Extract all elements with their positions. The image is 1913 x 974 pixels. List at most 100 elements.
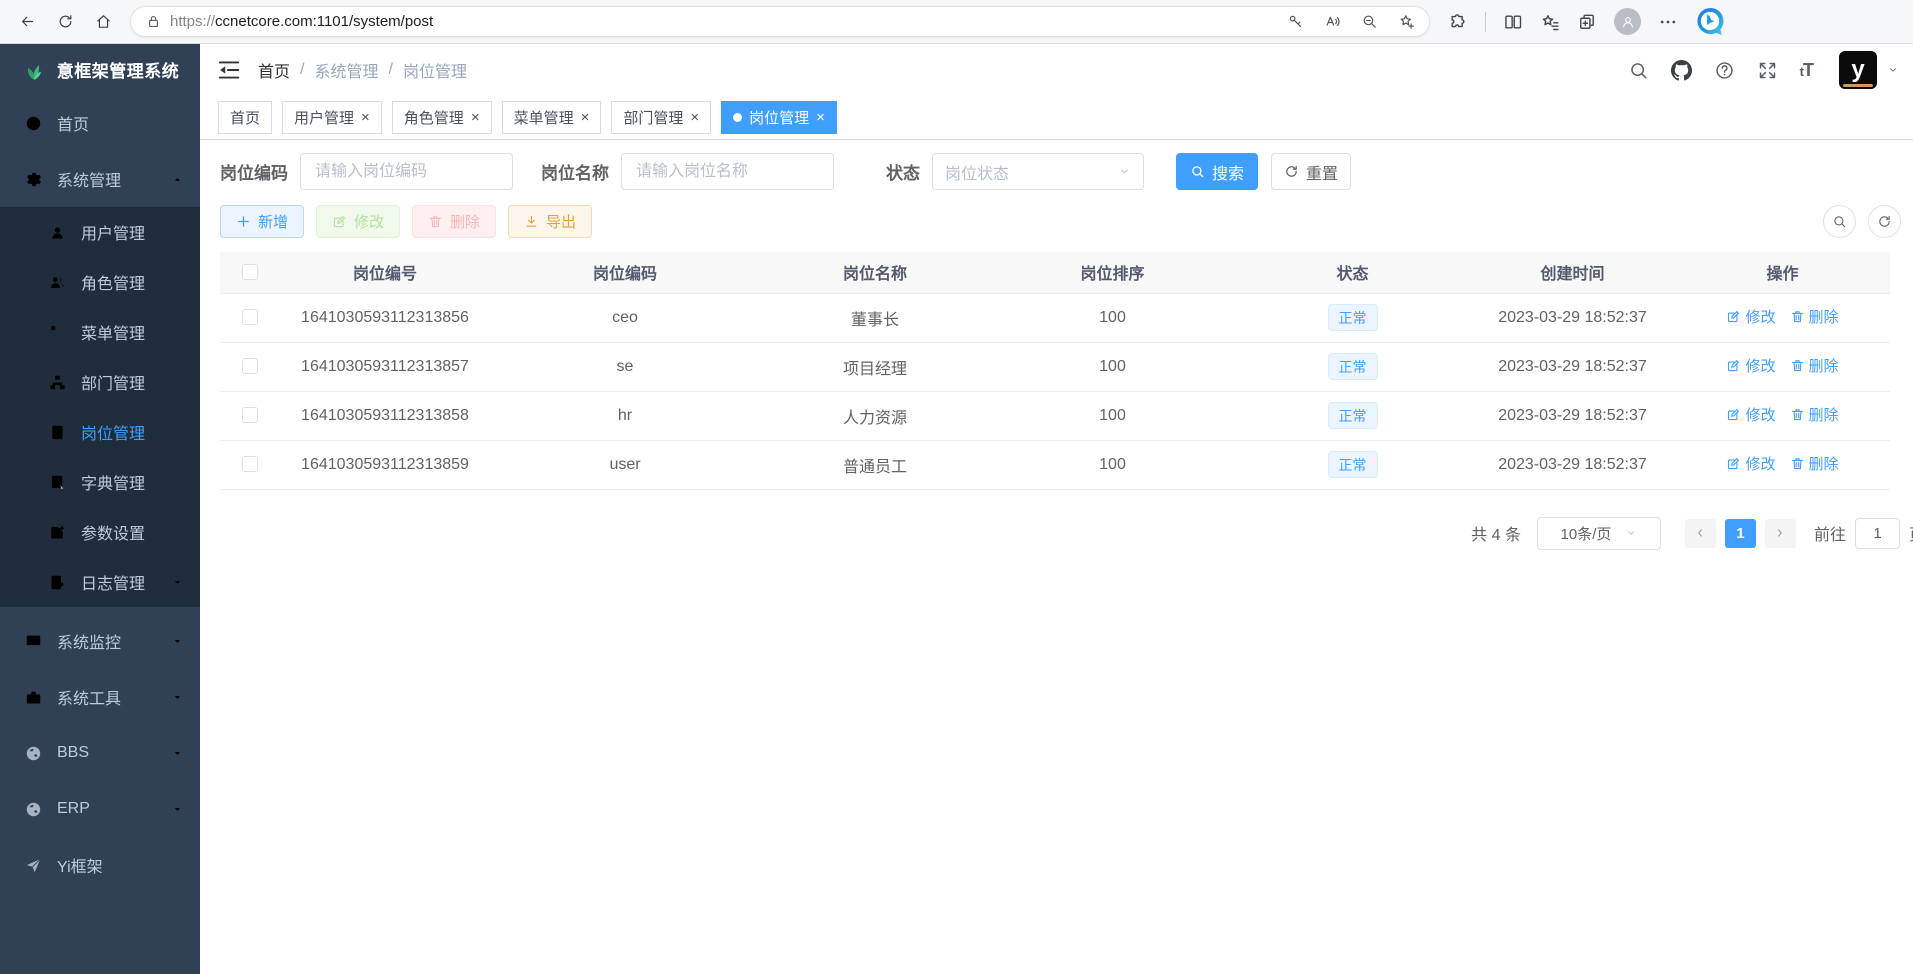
- sidebar-item-dept-mgmt[interactable]: 部门管理: [0, 357, 200, 407]
- header-search-icon[interactable]: [1628, 60, 1649, 81]
- row-checkbox[interactable]: [242, 358, 258, 374]
- add-favorite-icon[interactable]: [1398, 13, 1415, 30]
- row-checkbox[interactable]: [242, 407, 258, 423]
- tab-menu-mgmt[interactable]: 菜单管理 ×: [502, 101, 602, 134]
- read-aloud-icon[interactable]: [1324, 13, 1341, 30]
- row-delete-link[interactable]: 删除: [1790, 404, 1839, 425]
- search-icon: [1832, 214, 1847, 229]
- tab-post-mgmt[interactable]: 岗位管理 ×: [721, 101, 837, 134]
- close-icon[interactable]: ×: [471, 110, 480, 125]
- url-scheme: https://: [170, 13, 215, 30]
- close-icon[interactable]: ×: [690, 110, 699, 125]
- tab-role-mgmt[interactable]: 角色管理 ×: [392, 101, 492, 134]
- sidebar-item-menu-mgmt[interactable]: 菜单管理: [0, 307, 200, 357]
- sidebar-item-role-mgmt[interactable]: 角色管理: [0, 257, 200, 307]
- system-mgmt-submenu: 用户管理 角色管理 菜单管理 部门管理 岗位管理: [0, 207, 200, 607]
- close-icon[interactable]: ×: [816, 110, 825, 125]
- chevron-down-icon: [1118, 165, 1131, 178]
- refresh-table-button[interactable]: [1868, 205, 1901, 238]
- tab-home[interactable]: 首页: [218, 101, 272, 134]
- sidebar-item-system-monitor[interactable]: 系统监控: [0, 613, 200, 669]
- sidebar-item-dict-mgmt[interactable]: 字典管理: [0, 457, 200, 507]
- sidebar-item-erp[interactable]: ERP: [0, 781, 200, 837]
- row-edit-link[interactable]: 修改: [1726, 306, 1775, 327]
- sidebar-item-post-mgmt[interactable]: 岗位管理: [0, 407, 200, 457]
- browser-more-icon[interactable]: [1658, 12, 1678, 32]
- page-size-select[interactable]: 10条/页: [1537, 517, 1661, 550]
- cell-post-code: hr: [490, 391, 760, 440]
- next-page-button[interactable]: [1765, 519, 1796, 548]
- toggle-search-button[interactable]: [1823, 205, 1856, 238]
- github-icon[interactable]: [1671, 60, 1692, 81]
- row-delete-link[interactable]: 删除: [1790, 453, 1839, 474]
- goto-page-input[interactable]: [1855, 518, 1900, 549]
- col-status: 状态: [1235, 252, 1470, 293]
- add-button[interactable]: 新增: [220, 205, 304, 238]
- close-icon[interactable]: ×: [361, 110, 370, 125]
- trash-icon: [1790, 309, 1805, 324]
- tab-user-mgmt[interactable]: 用户管理 ×: [282, 101, 382, 134]
- collections-icon[interactable]: [1577, 12, 1597, 32]
- bing-copilot-icon[interactable]: [1695, 6, 1726, 37]
- delete-button[interactable]: 删除: [412, 205, 496, 238]
- search-button[interactable]: 搜索: [1176, 153, 1258, 190]
- dashboard-icon: [24, 114, 43, 133]
- cell-post-sort: 100: [990, 440, 1235, 489]
- export-button[interactable]: 导出: [508, 205, 592, 238]
- status-select[interactable]: 岗位状态: [932, 153, 1144, 190]
- reset-button[interactable]: 重置: [1271, 153, 1351, 190]
- browser-refresh-button[interactable]: [48, 5, 82, 39]
- row-edit-link[interactable]: 修改: [1726, 453, 1775, 474]
- zoom-out-icon[interactable]: [1361, 13, 1378, 30]
- col-post-sort: 岗位排序: [990, 252, 1235, 293]
- user-avatar[interactable]: y: [1839, 51, 1877, 89]
- sidebar-item-log-mgmt[interactable]: 日志管理: [0, 557, 200, 607]
- breadcrumb-home[interactable]: 首页: [258, 58, 290, 82]
- help-icon[interactable]: [1714, 60, 1735, 81]
- user-avatar-menu[interactable]: y: [1839, 51, 1899, 89]
- sidebar-item-param-settings[interactable]: 参数设置: [0, 507, 200, 557]
- select-all-checkbox[interactable]: [242, 264, 258, 280]
- fullscreen-icon[interactable]: [1757, 60, 1778, 81]
- cell-post-id: 1641030593112313859: [280, 440, 490, 489]
- password-key-icon[interactable]: [1287, 13, 1304, 30]
- address-bar[interactable]: https://ccnetcore.com:1101/system/post: [130, 6, 1430, 37]
- split-screen-icon[interactable]: [1503, 12, 1523, 32]
- favorites-icon[interactable]: [1540, 12, 1560, 32]
- row-edit-link[interactable]: 修改: [1726, 355, 1775, 376]
- status-label: 状态: [886, 159, 920, 184]
- edit-button[interactable]: 修改: [316, 205, 400, 238]
- tab-dept-mgmt[interactable]: 部门管理 ×: [611, 101, 711, 134]
- col-post-id: 岗位编号: [280, 252, 490, 293]
- user-icon: [48, 223, 67, 242]
- sidebar-item-system-tools[interactable]: 系统工具: [0, 669, 200, 725]
- post-name-input[interactable]: [621, 153, 834, 190]
- sidebar-item-yi-framework[interactable]: Yi框架: [0, 837, 200, 893]
- prev-page-button[interactable]: [1685, 519, 1716, 548]
- sidebar-item-user-mgmt[interactable]: 用户管理: [0, 207, 200, 257]
- browser-profile-avatar[interactable]: [1614, 8, 1641, 35]
- chevron-down-icon: [171, 635, 184, 648]
- row-delete-link[interactable]: 删除: [1790, 355, 1839, 376]
- edit-icon: [1726, 407, 1741, 422]
- sidebar-item-system-mgmt[interactable]: 系统管理: [0, 151, 200, 207]
- browser-back-button[interactable]: [10, 5, 44, 39]
- breadcrumb-system-mgmt[interactable]: 系统管理: [314, 58, 378, 82]
- page-number-1[interactable]: 1: [1725, 519, 1756, 548]
- row-checkbox[interactable]: [242, 309, 258, 325]
- close-icon[interactable]: ×: [581, 110, 590, 125]
- sidebar-item-bbs[interactable]: BBS: [0, 725, 200, 781]
- sidebar-item-home[interactable]: 首页: [0, 95, 200, 151]
- row-edit-link[interactable]: 修改: [1726, 404, 1775, 425]
- cell-post-sort: 100: [990, 293, 1235, 342]
- breadcrumb-separator: /: [300, 61, 304, 79]
- row-delete-link[interactable]: 删除: [1790, 306, 1839, 327]
- sidebar-fold-icon[interactable]: [216, 57, 242, 83]
- font-size-icon[interactable]: tT: [1800, 60, 1813, 81]
- post-code-input[interactable]: [300, 153, 513, 190]
- extensions-icon[interactable]: [1448, 12, 1468, 32]
- trash-icon: [1790, 358, 1805, 373]
- row-checkbox[interactable]: [242, 456, 258, 472]
- browser-home-button[interactable]: [86, 5, 120, 39]
- breadcrumb-separator: /: [388, 61, 392, 79]
